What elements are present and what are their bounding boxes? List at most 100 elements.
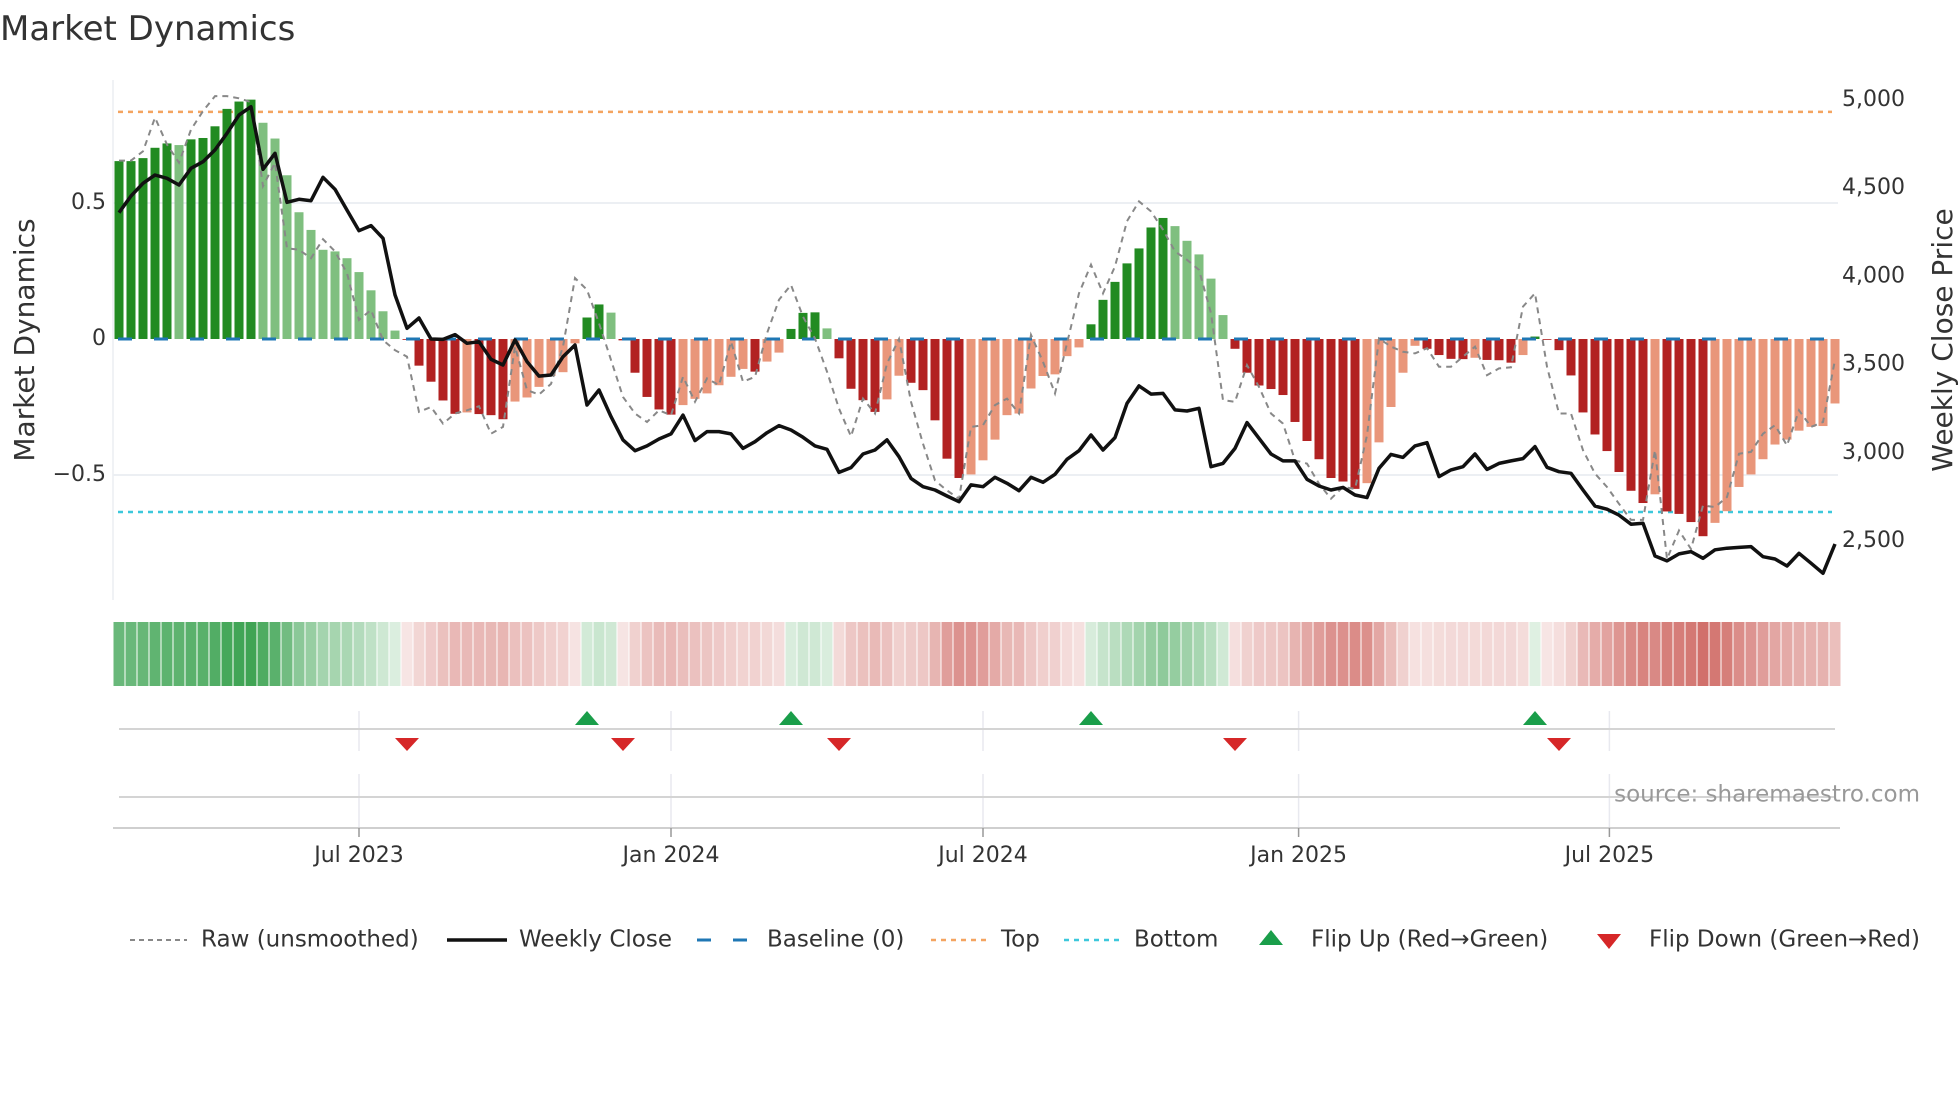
bar: [1602, 339, 1612, 452]
strip-cell: [641, 622, 653, 686]
bar: [342, 258, 352, 339]
strip-cell: [1457, 622, 1469, 686]
strip-cell: [833, 622, 845, 686]
strip-cell: [1325, 622, 1337, 686]
flip-up-marker: [575, 711, 599, 725]
bar: [198, 137, 208, 339]
bar: [474, 339, 484, 415]
legend-label-close: Weekly Close: [519, 927, 672, 953]
legend-label-down: Flip Down (Green→Red): [1649, 927, 1920, 953]
bar: [1350, 339, 1360, 489]
bar: [294, 212, 304, 339]
strip-cell: [257, 622, 269, 686]
bar: [1302, 339, 1312, 441]
bar: [246, 99, 256, 339]
strip-cell: [437, 622, 449, 686]
strip-cell: [665, 622, 677, 686]
bar: [174, 145, 184, 339]
heat-strip: [113, 622, 1841, 686]
strip-cell: [1361, 622, 1373, 686]
strip-cell: [1061, 622, 1073, 686]
bar: [426, 339, 436, 382]
bar: [1038, 339, 1048, 376]
strip-cell: [305, 622, 317, 686]
strip-cell: [929, 622, 941, 686]
strip-cell: [245, 622, 257, 686]
strip-cell: [497, 622, 509, 686]
bar: [882, 339, 892, 400]
right-tick-label: 4,500: [1842, 175, 1905, 200]
strip-cell: [401, 622, 413, 686]
strip-cell: [1241, 622, 1253, 686]
strip-cell: [1469, 622, 1481, 686]
bar: [234, 101, 244, 339]
bar: [390, 330, 400, 339]
bar: [1506, 339, 1516, 363]
raw-line: [119, 95, 1836, 563]
strip-cell: [1733, 622, 1745, 686]
strip-cell: [593, 622, 605, 686]
bar: [894, 339, 904, 376]
strip-cell: [113, 622, 125, 686]
strip-cell: [1025, 622, 1037, 686]
bar: [1746, 339, 1756, 475]
bar: [1086, 324, 1096, 339]
strip-cell: [389, 622, 401, 686]
source-label: source: sharemaestro.com: [1614, 782, 1920, 808]
legend-flip-up-icon: [1259, 930, 1283, 945]
flip-up-marker: [1079, 711, 1103, 725]
strip-cell: [1289, 622, 1301, 686]
strip-cell: [1517, 622, 1529, 686]
strip-cell: [533, 622, 545, 686]
strip-cell: [1577, 622, 1589, 686]
right-axis-label: Weekly Close Price: [1926, 208, 1959, 471]
flip-down-marker: [395, 738, 419, 751]
strip-cell: [1673, 622, 1685, 686]
chart-title: Market Dynamics: [0, 9, 295, 49]
bar: [1026, 339, 1036, 389]
strip-cell: [905, 622, 917, 686]
strip-cell: [569, 622, 581, 686]
bar: [1710, 339, 1720, 523]
strip-cell: [1529, 622, 1541, 686]
x-tick-label: Jul 2025: [1563, 843, 1655, 868]
strip-cell: [965, 622, 977, 686]
bar: [450, 339, 460, 414]
strip-cell: [749, 622, 761, 686]
bar: [114, 161, 124, 339]
strip-cell: [701, 622, 713, 686]
bar: [942, 339, 952, 459]
strip-cell: [545, 622, 557, 686]
strip-cell: [1553, 622, 1565, 686]
strip-cell: [713, 622, 725, 686]
bar: [714, 339, 724, 386]
strip-cell: [125, 622, 137, 686]
bar: [318, 249, 328, 339]
bar: [306, 229, 316, 339]
strip-cell: [221, 622, 233, 686]
x-tick-label: Jan 2025: [1248, 843, 1347, 868]
x-tick-label: Jan 2024: [621, 843, 720, 868]
bar: [534, 339, 544, 387]
right-tick-label: 3,000: [1842, 440, 1905, 465]
bar: [1386, 339, 1396, 407]
bar: [1458, 339, 1468, 360]
legend-label-raw: Raw (unsmoothed): [201, 927, 419, 953]
strip-cell: [1097, 622, 1109, 686]
bar: [1134, 248, 1144, 339]
bar: [1542, 339, 1552, 340]
bar: [678, 339, 688, 406]
strip-cell: [617, 622, 629, 686]
strip-cell: [1481, 622, 1493, 686]
bar: [1578, 339, 1588, 413]
strip-cell: [1301, 622, 1313, 686]
x-tick-label: Jul 2023: [312, 843, 404, 868]
flip-up-marker: [779, 711, 803, 725]
strip-cell: [845, 622, 857, 686]
strip-cell: [485, 622, 497, 686]
strip-cell: [1409, 622, 1421, 686]
bar: [162, 143, 172, 339]
strip-cell: [1661, 622, 1673, 686]
strip-cell: [509, 622, 521, 686]
bar: [1050, 339, 1060, 375]
